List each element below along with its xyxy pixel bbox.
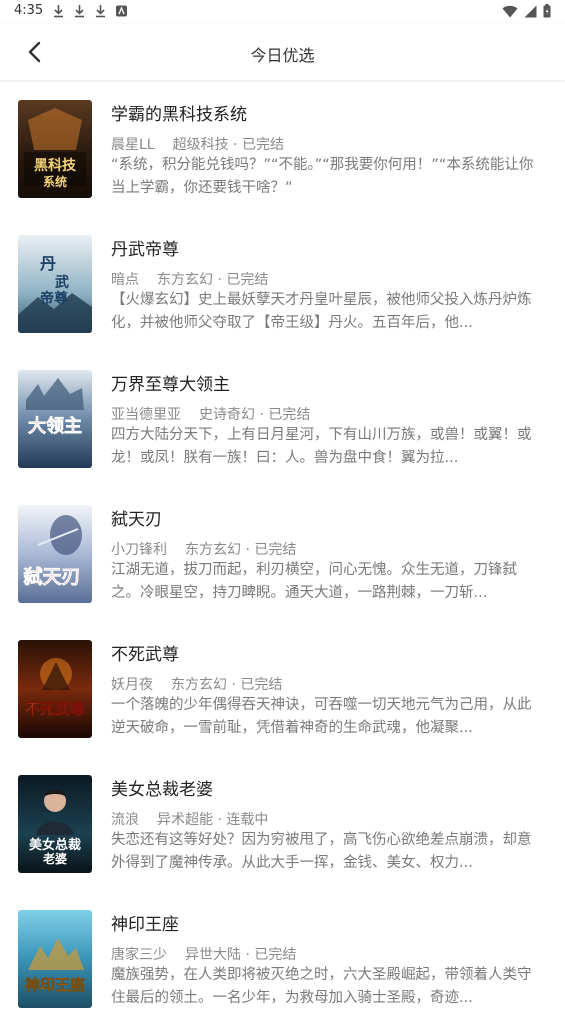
book-status: 已完结 [240, 677, 283, 693]
book-description: 江湖无道，拔刀而起，利刃横空，问心无愧。众生无道，刀锋弑之。冷眼星空，持刀睥睨。… [111, 562, 517, 601]
book-cover-image: 不死武尊 [18, 640, 92, 738]
book-item[interactable]: 不死武尊 不死武尊 妖月夜 东方玄幻 · 已完结 一个落魄的少年偶得吞天神诀，可吞… [0, 622, 565, 757]
svg-text:神印王座: 神印王座 [25, 976, 85, 994]
download-icon [75, 5, 84, 18]
notification-icons [52, 4, 128, 18]
book-item[interactable]: 美女总裁 老婆 美女总裁老婆 流浪 异术超能 · 连载中 失恋还有这等好处？因为穷… [0, 757, 565, 892]
book-meta: 小刀锋利 东方玄幻 · 已完结 [111, 542, 297, 558]
book-author: 流浪 [111, 812, 139, 828]
book-cover[interactable]: 大领主 [18, 370, 92, 468]
book-status: 已完结 [241, 137, 284, 153]
wifi-icon [502, 5, 518, 17]
book-author: 妖月夜 [111, 677, 153, 693]
page-title: 今日优选 [250, 46, 315, 65]
book-title: 弑天刃 [111, 510, 162, 530]
svg-text:帝尊: 帝尊 [40, 290, 68, 307]
book-category: 东方玄幻 [185, 542, 241, 558]
book-author: 唐家三少 [111, 947, 167, 963]
svg-text:武: 武 [55, 274, 69, 291]
book-cover-image: 黑科技 系统 [18, 100, 92, 198]
book-author: 亚当德里亚 [111, 407, 181, 423]
book-category: 异术超能 [157, 812, 213, 828]
book-description: 一个落魄的少年偶得吞天神诀，可吞噬一切天地元气为己用，从此逆天破命，一雪前耻，凭… [111, 697, 532, 736]
book-cover-image: 弑天刃 [18, 505, 92, 603]
status-time: 4:35 [14, 3, 44, 18]
svg-text:黑科技: 黑科技 [34, 157, 77, 174]
battery-icon [543, 4, 551, 18]
svg-text:弑天刃: 弑天刃 [22, 565, 80, 588]
book-cover-image: 神印王座 [18, 910, 92, 1008]
status-bar: 4:35 [0, 0, 565, 24]
svg-text:不死武尊: 不死武尊 [25, 700, 85, 718]
book-author: 暗点 [111, 272, 139, 288]
book-category: 异世大陆 [185, 947, 241, 963]
book-category: 东方玄幻 [157, 272, 213, 288]
book-status: 已完结 [226, 272, 269, 288]
book-cover-image: 美女总裁 老婆 [18, 775, 92, 873]
book-author: 小刀锋利 [111, 542, 167, 558]
app-bar: 今日优选 [0, 24, 565, 80]
book-description: “系统，积分能兑钱吗？”“不能。”“那我要你何用！”“本系统能让你当上学霸，你还… [111, 157, 534, 196]
svg-text:系统: 系统 [43, 174, 67, 189]
system-icons [502, 4, 551, 18]
book-item[interactable]: 神印王座 神印王座 唐家三少 异世大陆 · 已完结 魔族强势，在人类即将被灭绝之时… [0, 892, 565, 1027]
book-list: 黑科技 系统 学霸的黑科技系统 晨星LL 超级科技 · 已完结 “系统，积分能兑钱… [0, 82, 565, 1027]
download-icon [96, 5, 105, 18]
book-category: 超级科技 [172, 137, 229, 153]
book-title: 美女总裁老婆 [111, 780, 213, 800]
book-cover[interactable]: 神印王座 [18, 910, 92, 1008]
book-meta: 唐家三少 异世大陆 · 已完结 [111, 947, 297, 963]
book-cover[interactable]: 丹 武 帝尊 [18, 235, 92, 333]
book-category: 史诗奇幻 [199, 407, 255, 423]
book-description: 魔族强势，在人类即将被灭绝之时，六大圣殿崛起，带领着人类守住最后的领土。一名少年… [111, 967, 532, 1006]
svg-text:丹: 丹 [40, 254, 56, 273]
book-meta: 妖月夜 东方玄幻 · 已完结 [111, 677, 283, 693]
book-title: 丹武帝尊 [111, 240, 179, 260]
download-icon [54, 5, 63, 18]
book-status: 已完结 [254, 947, 297, 963]
book-description: 四方大陆分天下，上有日月星河，下有山川万族，或兽！或翼！或龙！或凤！朕有一族！曰… [111, 427, 532, 466]
book-cover-image: 丹 武 帝尊 [18, 235, 92, 333]
book-item[interactable]: 弑天刃 弑天刃 小刀锋利 东方玄幻 · 已完结 江湖无道，拔刀而起，利刃横空，问心… [0, 487, 565, 622]
book-author: 晨星LL [111, 137, 155, 153]
book-cover[interactable]: 美女总裁 老婆 [18, 775, 92, 873]
book-description: 失恋还有这等好处？因为穷被甩了，高飞伤心欲绝差点崩溃，却意外得到了魔神传承。从此… [111, 832, 532, 871]
svg-text:美女总裁: 美女总裁 [29, 837, 81, 853]
book-title: 学霸的黑科技系统 [111, 105, 247, 125]
book-status: 已完结 [254, 542, 297, 558]
book-meta: 晨星LL 超级科技 · 已完结 [111, 137, 284, 153]
book-item[interactable]: 黑科技 系统 学霸的黑科技系统 晨星LL 超级科技 · 已完结 “系统，积分能兑钱… [0, 82, 565, 217]
book-cover[interactable]: 不死武尊 [18, 640, 92, 738]
book-title: 万界至尊大领主 [111, 375, 230, 395]
book-status: 连载中 [226, 812, 269, 828]
book-cover-image: 大领主 [18, 370, 92, 468]
book-cover[interactable]: 黑科技 系统 [18, 100, 92, 198]
book-title: 神印王座 [111, 915, 179, 935]
app-notification-icon [116, 5, 127, 17]
book-cover[interactable]: 弑天刃 [18, 505, 92, 603]
book-status: 已完结 [268, 407, 311, 423]
svg-text:老婆: 老婆 [43, 851, 67, 866]
book-meta: 暗点 东方玄幻 · 已完结 [111, 272, 269, 288]
book-item[interactable]: 大领主 万界至尊大领主 亚当德里亚 史诗奇幻 · 已完结 四方大陆分天下，上有日月… [0, 352, 565, 487]
book-meta: 流浪 异术超能 · 连载中 [111, 812, 269, 828]
signal-icon [524, 5, 537, 17]
svg-text:大领主: 大领主 [28, 415, 82, 437]
book-category: 东方玄幻 [171, 677, 227, 693]
book-item[interactable]: 丹 武 帝尊 丹武帝尊 暗点 东方玄幻 · 已完结 【火爆玄幻】史上最妖孽天才丹皇… [0, 217, 565, 352]
book-description: 【火爆玄幻】史上最妖孽天才丹皇叶星辰，被他师父投入炼丹炉炼化，并被他师父夺取了【… [111, 292, 532, 331]
book-title: 不死武尊 [111, 645, 179, 665]
book-meta: 亚当德里亚 史诗奇幻 · 已完结 [111, 407, 311, 423]
